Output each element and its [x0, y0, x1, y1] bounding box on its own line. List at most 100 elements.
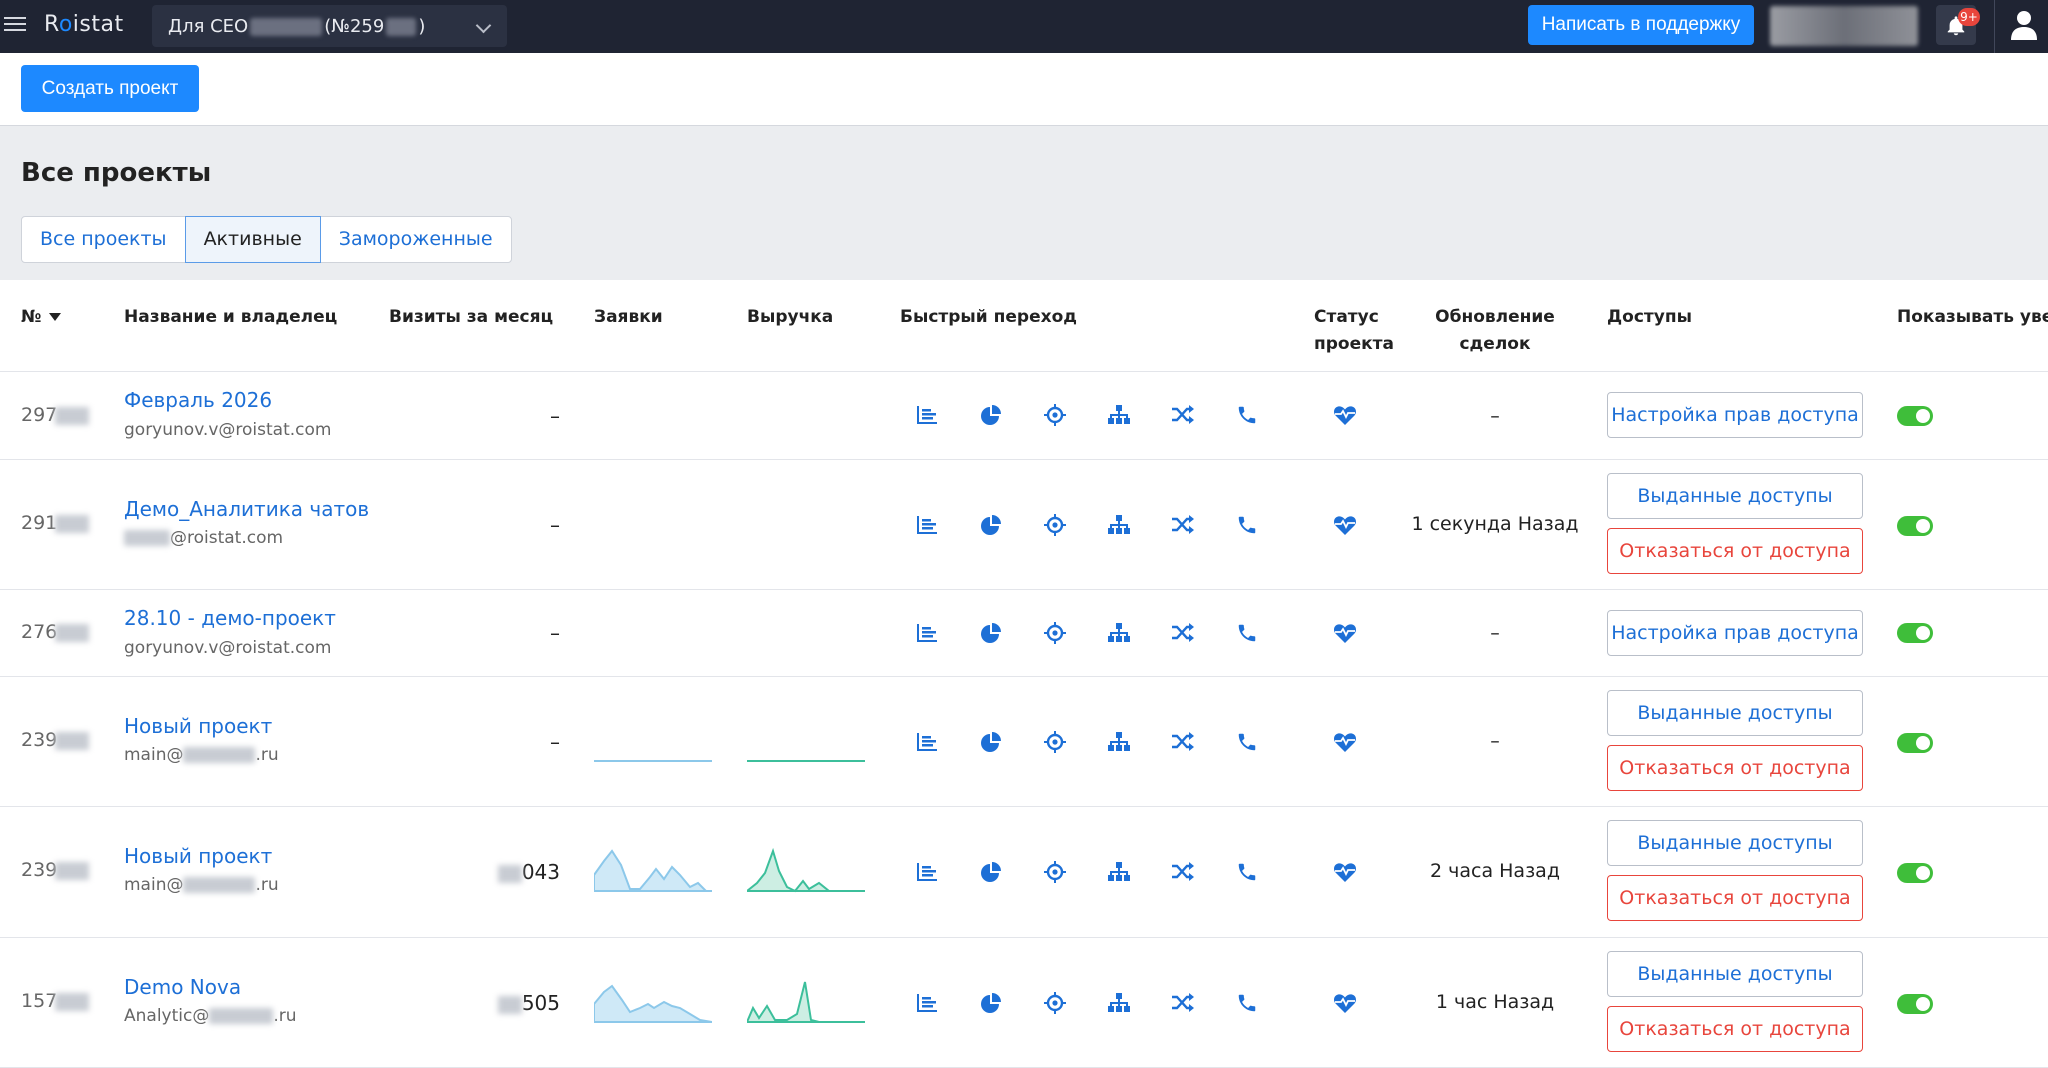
bar-chart-icon[interactable] — [912, 857, 942, 887]
heartbeat-icon[interactable] — [1330, 618, 1360, 648]
redacted-text — [55, 861, 90, 880]
heartbeat-icon[interactable] — [1330, 727, 1360, 757]
granted-access-button[interactable]: Выданные доступы — [1607, 951, 1863, 997]
phone-icon[interactable] — [1232, 400, 1262, 430]
tab-active[interactable]: Активные — [184, 216, 321, 263]
shuffle-icon[interactable] — [1168, 510, 1198, 540]
project-name-link[interactable]: Демо_Аналитика чатов — [124, 497, 369, 521]
bar-chart-icon[interactable] — [912, 988, 942, 1018]
access-settings-button[interactable]: Настройка прав доступа — [1607, 610, 1863, 656]
pie-chart-icon[interactable] — [976, 400, 1006, 430]
project-selector[interactable]: Для CEO (№259) — [152, 5, 507, 47]
hierarchy-icon[interactable] — [1104, 510, 1134, 540]
heartbeat-icon[interactable] — [1330, 510, 1360, 540]
logo[interactable]: Roistat — [44, 12, 124, 37]
project-owner: main@ .ru — [124, 875, 279, 895]
notifications-toggle[interactable] — [1897, 733, 1933, 753]
shuffle-icon[interactable] — [1168, 400, 1198, 430]
tab-all-projects[interactable]: Все проекты — [21, 216, 186, 263]
revoke-access-button[interactable]: Отказаться от доступа — [1607, 745, 1863, 791]
menu-icon[interactable] — [4, 13, 26, 33]
redacted-text — [183, 877, 256, 893]
project-number: 239 — [21, 859, 90, 881]
table-header: № Название и владелец Визиты за месяц За… — [0, 280, 2048, 372]
redacted-text — [497, 995, 522, 1014]
project-name-link[interactable]: Февраль 2026 — [124, 388, 272, 412]
project-owner: Analytic@ .ru — [124, 1006, 297, 1026]
bar-chart-icon[interactable] — [912, 400, 942, 430]
project-number: 276 — [21, 621, 90, 643]
shuffle-icon[interactable] — [1168, 988, 1198, 1018]
notifications-toggle[interactable] — [1897, 863, 1933, 883]
chevron-down-icon — [475, 17, 492, 34]
project-owner: goryunov.v@roistat.com — [124, 420, 332, 440]
target-icon[interactable] — [1040, 857, 1070, 887]
phone-icon[interactable] — [1232, 857, 1262, 887]
granted-access-button[interactable]: Выданные доступы — [1607, 473, 1863, 519]
hierarchy-icon[interactable] — [1104, 400, 1134, 430]
tab-frozen[interactable]: Замороженные — [319, 216, 512, 263]
hierarchy-icon[interactable] — [1104, 618, 1134, 648]
notifications-toggle[interactable] — [1897, 406, 1933, 426]
granted-access-button[interactable]: Выданные доступы — [1607, 820, 1863, 866]
pie-chart-icon[interactable] — [976, 857, 1006, 887]
deals-update-value: – — [1490, 405, 1500, 427]
project-name-link[interactable]: Demo Nova — [124, 975, 241, 999]
heartbeat-icon[interactable] — [1330, 857, 1360, 887]
visits-value: 043 — [497, 860, 560, 884]
project-owner: @roistat.com — [124, 528, 283, 548]
phone-icon[interactable] — [1232, 510, 1262, 540]
shuffle-icon[interactable] — [1168, 618, 1198, 648]
notifications-toggle[interactable] — [1897, 994, 1933, 1014]
target-icon[interactable] — [1040, 727, 1070, 757]
shuffle-icon[interactable] — [1168, 857, 1198, 887]
phone-icon[interactable] — [1232, 618, 1262, 648]
pie-chart-icon[interactable] — [976, 618, 1006, 648]
deals-update-value: – — [1490, 730, 1500, 752]
target-icon[interactable] — [1040, 618, 1070, 648]
hierarchy-icon[interactable] — [1104, 988, 1134, 1018]
hierarchy-icon[interactable] — [1104, 857, 1134, 887]
notifications-toggle[interactable] — [1897, 623, 1933, 643]
heartbeat-icon[interactable] — [1330, 400, 1360, 430]
column-header-number[interactable]: № — [21, 304, 62, 331]
notifications-toggle[interactable] — [1897, 516, 1933, 536]
revoke-access-button[interactable]: Отказаться от доступа — [1607, 875, 1863, 921]
bar-chart-icon[interactable] — [912, 510, 942, 540]
granted-access-button[interactable]: Выданные доступы — [1607, 690, 1863, 736]
revoke-access-button[interactable]: Отказаться от доступа — [1607, 1006, 1863, 1052]
user-account-menu[interactable] — [1770, 6, 1918, 46]
target-icon[interactable] — [1040, 400, 1070, 430]
redacted-text — [209, 1008, 274, 1024]
user-icon[interactable] — [2010, 10, 2038, 40]
leads-sparkline — [594, 849, 712, 892]
revenue-sparkline — [747, 760, 865, 762]
project-name-link[interactable]: Новый проект — [124, 714, 272, 738]
redacted-text — [183, 747, 256, 763]
project-owner: goryunov.v@roistat.com — [124, 638, 332, 658]
revoke-access-button[interactable]: Отказаться от доступа — [1607, 528, 1863, 574]
phone-icon[interactable] — [1232, 727, 1262, 757]
quick-access-icons — [912, 400, 1256, 430]
heartbeat-icon[interactable] — [1330, 988, 1360, 1018]
hierarchy-icon[interactable] — [1104, 727, 1134, 757]
pie-chart-icon[interactable] — [976, 727, 1006, 757]
pie-chart-icon[interactable] — [976, 510, 1006, 540]
project-name-link[interactable]: 28.10 - демо-проект — [124, 606, 336, 630]
support-button[interactable]: Написать в поддержку — [1528, 5, 1754, 45]
shuffle-icon[interactable] — [1168, 727, 1198, 757]
pie-chart-icon[interactable] — [976, 988, 1006, 1018]
leads-sparkline — [594, 760, 712, 762]
access-settings-button[interactable]: Настройка прав доступа — [1607, 392, 1863, 438]
create-project-button[interactable]: Создать проект — [21, 65, 199, 112]
bar-chart-icon[interactable] — [912, 727, 942, 757]
column-header-leads: Заявки — [594, 307, 663, 327]
target-icon[interactable] — [1040, 510, 1070, 540]
table-row: 157 Demo Nova Analytic@ .ru 505 1 час Наз… — [0, 938, 2048, 1068]
project-name-link[interactable]: Новый проект — [124, 844, 272, 868]
phone-icon[interactable] — [1232, 988, 1262, 1018]
bar-chart-icon[interactable] — [912, 618, 942, 648]
table-row: 297 Февраль 2026 goryunov.v@roistat.com … — [0, 372, 2048, 460]
target-icon[interactable] — [1040, 988, 1070, 1018]
notifications-button[interactable]: 9+ — [1936, 5, 1980, 45]
